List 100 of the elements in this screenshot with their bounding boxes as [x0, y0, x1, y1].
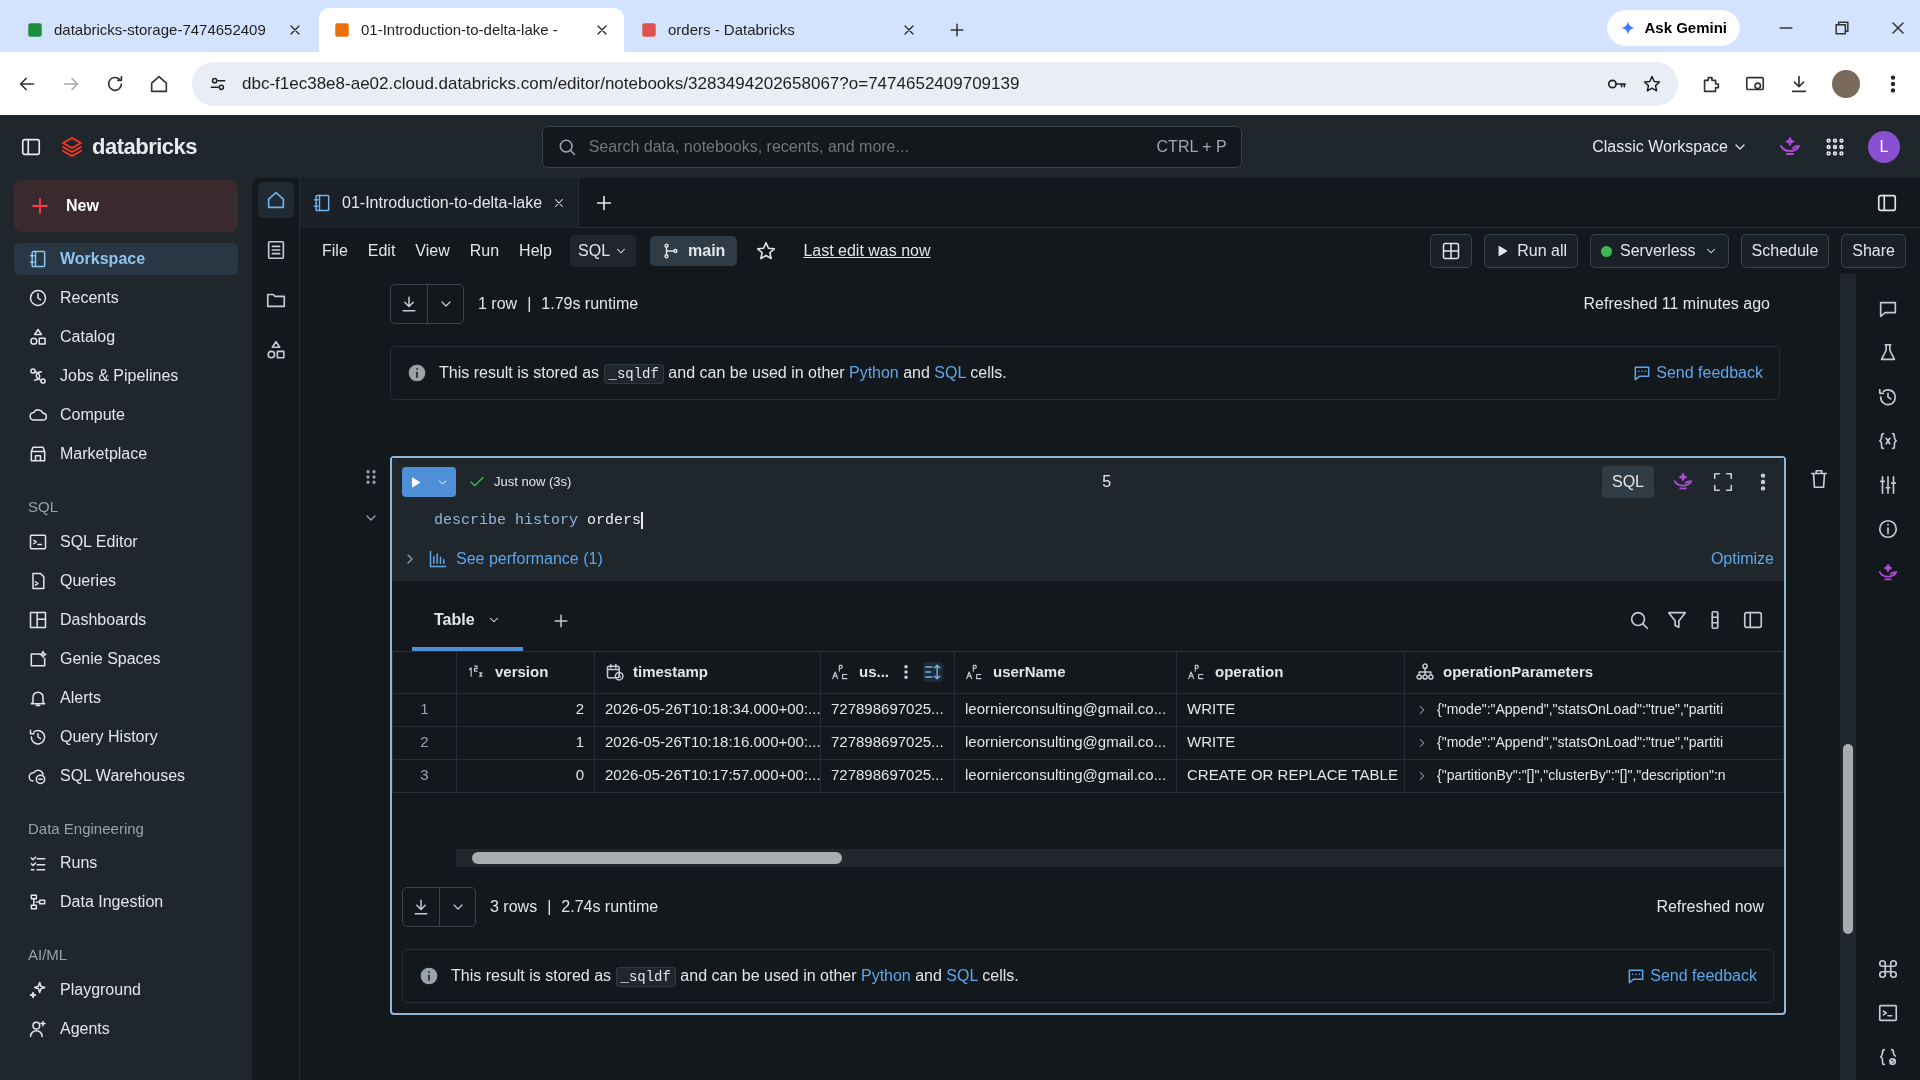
delete-icon[interactable] — [1808, 468, 1830, 490]
menu-item[interactable]: Help — [511, 235, 560, 267]
branch-button[interactable]: main — [650, 236, 738, 266]
sidebar-item[interactable]: Agents — [14, 1012, 238, 1045]
sort-icon[interactable] — [923, 662, 943, 682]
refreshed-text: Refreshed now — [1656, 896, 1764, 917]
apps-icon[interactable] — [1824, 135, 1846, 158]
star-icon[interactable] — [755, 240, 778, 262]
new-button[interactable]: New — [14, 180, 238, 232]
menu-item[interactable]: View — [407, 235, 458, 267]
site-icon — [640, 21, 658, 39]
sliders-icon[interactable] — [1877, 474, 1899, 496]
language-link[interactable]: SQL — [946, 966, 978, 984]
code-line[interactable]: describe history orders — [402, 498, 1774, 543]
search-bar[interactable]: Search data, notebooks, recents, and more... CTRL + P — [541, 125, 1242, 168]
column-header[interactable]: timestamp — [633, 660, 709, 684]
menu-item[interactable]: Run — [461, 235, 508, 267]
row-number: 3 — [420, 766, 429, 784]
site-icon — [333, 21, 351, 39]
browser-tab[interactable]: databricks-storage-7474652409 — [12, 8, 317, 52]
language-link[interactable]: Python — [860, 966, 911, 984]
address-field[interactable]: dbc-f1ec38e8-ae02.cloud.databricks.com/editor/notebooks/3283494202658067?o=7474652409709139 — [192, 61, 1678, 106]
info-icon — [407, 363, 427, 383]
browser-tab[interactable]: 01-Introduction-to-delta-lake - — [319, 8, 624, 52]
sidebar-item[interactable]: Queries — [14, 564, 238, 597]
table-cell: WRITE — [1187, 733, 1236, 751]
sidebar-item[interactable]: Runs — [14, 847, 238, 879]
logo-icon — [60, 134, 84, 159]
see-performance-link[interactable]: See performance (1) — [428, 546, 603, 571]
sidebar-item[interactable]: Jobs & Pipelines — [14, 360, 238, 392]
sidebar-item[interactable]: Genie Spaces — [14, 642, 238, 675]
menu-item[interactable]: Edit — [359, 235, 404, 267]
fullscreen-icon[interactable] — [1712, 471, 1734, 493]
layout-icon — [1441, 241, 1462, 261]
restore-icon[interactable] — [1832, 18, 1852, 38]
download-icon[interactable] — [399, 294, 419, 314]
command-icon[interactable] — [1877, 958, 1899, 980]
column-header[interactable]: operation — [1215, 660, 1284, 684]
compute-dropdown[interactable]: Serverless — [1590, 234, 1729, 268]
workspace-switcher[interactable]: Classic Workspace — [1586, 133, 1754, 160]
variables-icon[interactable] — [1877, 430, 1899, 452]
column-header[interactable]: us... — [859, 660, 889, 684]
send-feedback-link[interactable]: Send feedback — [1626, 963, 1757, 988]
shapes-icon — [28, 327, 48, 347]
user-avatar[interactable]: L — [1868, 130, 1900, 163]
menu-item[interactable]: File — [314, 235, 356, 267]
runtime-text: 1.79s runtime — [541, 294, 639, 314]
info-icon[interactable] — [1877, 518, 1899, 540]
last-edit-link[interactable]: Last edit was now — [803, 239, 931, 263]
dashboard-icon — [28, 609, 48, 630]
layout-button[interactable] — [1430, 234, 1473, 268]
column-header[interactable]: userName — [993, 660, 1066, 684]
sidebar-item[interactable]: Marketplace — [14, 438, 238, 470]
browser-tab[interactable]: orders - Databricks — [626, 8, 931, 52]
terminal-icon[interactable] — [1877, 1002, 1899, 1024]
search-field[interactable]: Search data, notebooks, recents, and more... — [586, 133, 1147, 160]
play-icon — [409, 476, 422, 490]
runtime-text: 2.74s runtime — [561, 896, 659, 917]
star-icon[interactable] — [1642, 73, 1662, 94]
table-cell: 2026-05-26T10:17:57.000+00:... — [605, 766, 820, 784]
ask-gemini-button[interactable]: Ask Gemini — [1607, 10, 1740, 46]
result-info-text: This result is stored as _sqldf and can be used in other Python and SQL cells. — [451, 965, 1019, 988]
table-cell: 727898697025... — [831, 700, 944, 718]
share-button[interactable]: Share — [1841, 234, 1906, 268]
run-cell-button[interactable] — [402, 467, 456, 497]
notebook-tab[interactable]: 01-Introduction-to-delta-lake — [300, 177, 580, 228]
history-icon[interactable] — [1877, 386, 1899, 408]
horizontal-scrollbar[interactable] — [456, 848, 1784, 867]
language-link[interactable]: Python — [848, 364, 899, 381]
sidebar-item[interactable]: SQL Editor — [14, 525, 238, 558]
language-badge[interactable]: SQL — [1601, 466, 1654, 498]
table-cell: 727898697025... — [831, 733, 944, 751]
play-icon — [1495, 244, 1510, 258]
separator: | — [547, 896, 552, 917]
run-all-button[interactable]: Run all — [1484, 234, 1578, 268]
language-link[interactable]: SQL — [934, 364, 966, 381]
tab-title: 01-Introduction-to-delta-lake — [342, 192, 543, 213]
send-feedback-link[interactable]: Send feedback — [1632, 361, 1763, 385]
result-tab[interactable]: Table — [412, 592, 523, 651]
sidebar-item[interactable]: Playground — [14, 973, 238, 1006]
braces-icon[interactable] — [1877, 1046, 1899, 1068]
section-heading: Data Engineering — [27, 818, 145, 839]
sidebar-item[interactable]: Data Ingestion — [14, 886, 238, 918]
sidebar-item[interactable]: Catalog — [14, 321, 238, 353]
refreshed-text: Refreshed 11 minutes ago — [1583, 294, 1770, 314]
schedule-button[interactable]: Schedule — [1740, 234, 1830, 268]
vertical-scrollbar[interactable] — [1840, 274, 1856, 1080]
shapes-icon[interactable] — [264, 339, 287, 361]
language-dropdown[interactable]: SQL — [570, 235, 637, 267]
sidebar-item[interactable]: Query History — [14, 720, 238, 753]
optimize-link[interactable]: Optimize — [1710, 546, 1774, 571]
logo-text: databricks — [92, 133, 198, 161]
sidebar-item[interactable]: Alerts — [14, 681, 238, 714]
sidebar-item[interactable]: Compute — [14, 399, 238, 431]
avatar[interactable] — [1832, 69, 1860, 98]
sidebar-item[interactable]: SQL Warehouses — [14, 759, 238, 792]
sidebar-item[interactable]: Dashboards — [14, 603, 238, 636]
row-number: 1 — [420, 700, 429, 718]
sidebar-item[interactable]: Recents — [14, 282, 238, 314]
sidebar-item[interactable]: Workspace — [14, 243, 238, 275]
